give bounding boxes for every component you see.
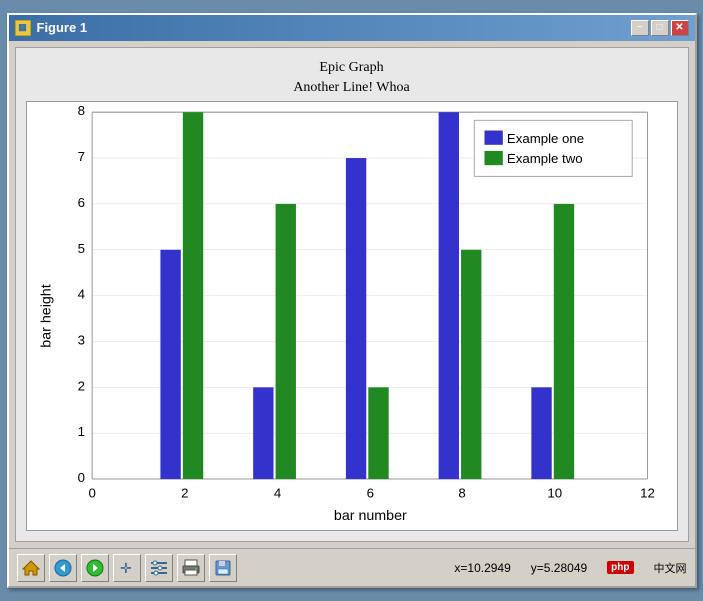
svg-text:0: 0 xyxy=(77,470,84,485)
chart-title-line2: Another Line! Whoa xyxy=(26,78,678,98)
svg-text:8: 8 xyxy=(77,103,84,118)
svg-text:bar number: bar number xyxy=(333,508,406,524)
home-button[interactable] xyxy=(17,554,45,582)
forward-button[interactable] xyxy=(81,554,109,582)
svg-text:0: 0 xyxy=(88,485,95,500)
chart-title: Epic Graph Another Line! Whoa xyxy=(26,58,678,97)
title-buttons: − □ ✕ xyxy=(631,20,689,36)
window-icon: ▦ xyxy=(15,20,31,36)
bar xyxy=(553,204,573,479)
svg-text:4: 4 xyxy=(273,485,280,500)
svg-text:✛: ✛ xyxy=(120,560,132,576)
svg-text:6: 6 xyxy=(77,195,84,210)
svg-text:7: 7 xyxy=(77,149,84,164)
pan-button[interactable]: ✛ xyxy=(113,554,141,582)
bar xyxy=(438,112,458,479)
svg-text:12: 12 xyxy=(640,485,655,500)
svg-text:4: 4 xyxy=(77,287,84,302)
bar xyxy=(160,250,180,479)
bar xyxy=(182,112,202,479)
close-button[interactable]: ✕ xyxy=(671,20,689,36)
print-button[interactable] xyxy=(177,554,205,582)
title-bar: ▦ Figure 1 − □ ✕ xyxy=(9,15,695,41)
save-button[interactable] xyxy=(209,554,237,582)
x-coord: x=10.2949 xyxy=(454,561,510,575)
window-title: Figure 1 xyxy=(37,20,88,35)
site-label: 中文网 xyxy=(654,560,687,576)
back-button[interactable] xyxy=(49,554,77,582)
svg-text:10: 10 xyxy=(547,485,562,500)
svg-text:8: 8 xyxy=(458,485,465,500)
svg-text:5: 5 xyxy=(77,241,84,256)
toolbar: ✛ x=10.2949 y=5.28049 php 中文网 xyxy=(9,548,695,586)
configure-button[interactable] xyxy=(145,554,173,582)
maximize-button[interactable]: □ xyxy=(651,20,669,36)
bar xyxy=(345,158,365,479)
svg-text:1: 1 xyxy=(77,424,84,439)
svg-text:2: 2 xyxy=(77,378,84,393)
minimize-button[interactable]: − xyxy=(631,20,649,36)
bar xyxy=(368,387,388,479)
toolbar-buttons: ✛ xyxy=(17,554,237,582)
svg-text:6: 6 xyxy=(366,485,373,500)
title-bar-left: ▦ Figure 1 xyxy=(15,20,88,36)
bar xyxy=(275,204,295,479)
legend: Example one Example two xyxy=(474,120,632,176)
svg-text:2: 2 xyxy=(181,485,188,500)
svg-text:bar height: bar height xyxy=(38,284,54,347)
chart-area: Epic Graph Another Line! Whoa xyxy=(15,47,689,542)
bar xyxy=(531,387,551,479)
php-badge: php xyxy=(607,561,633,574)
toolbar-coords: x=10.2949 y=5.28049 php 中文网 xyxy=(454,560,686,576)
legend-label-two: Example two xyxy=(506,151,582,166)
svg-text:3: 3 xyxy=(77,333,84,348)
chart-plot: 0 1 2 3 4 5 6 7 8 0 2 4 6 8 xyxy=(26,101,678,531)
y-coord: y=5.28049 xyxy=(531,561,587,575)
bar xyxy=(461,250,481,479)
main-window: ▦ Figure 1 − □ ✕ Epic Graph Another Line… xyxy=(7,13,697,588)
bar xyxy=(253,387,273,479)
chart-title-line1: Epic Graph xyxy=(26,58,678,78)
legend-label-one: Example one xyxy=(506,131,583,146)
chart-svg: 0 1 2 3 4 5 6 7 8 0 2 4 6 8 xyxy=(27,102,677,530)
